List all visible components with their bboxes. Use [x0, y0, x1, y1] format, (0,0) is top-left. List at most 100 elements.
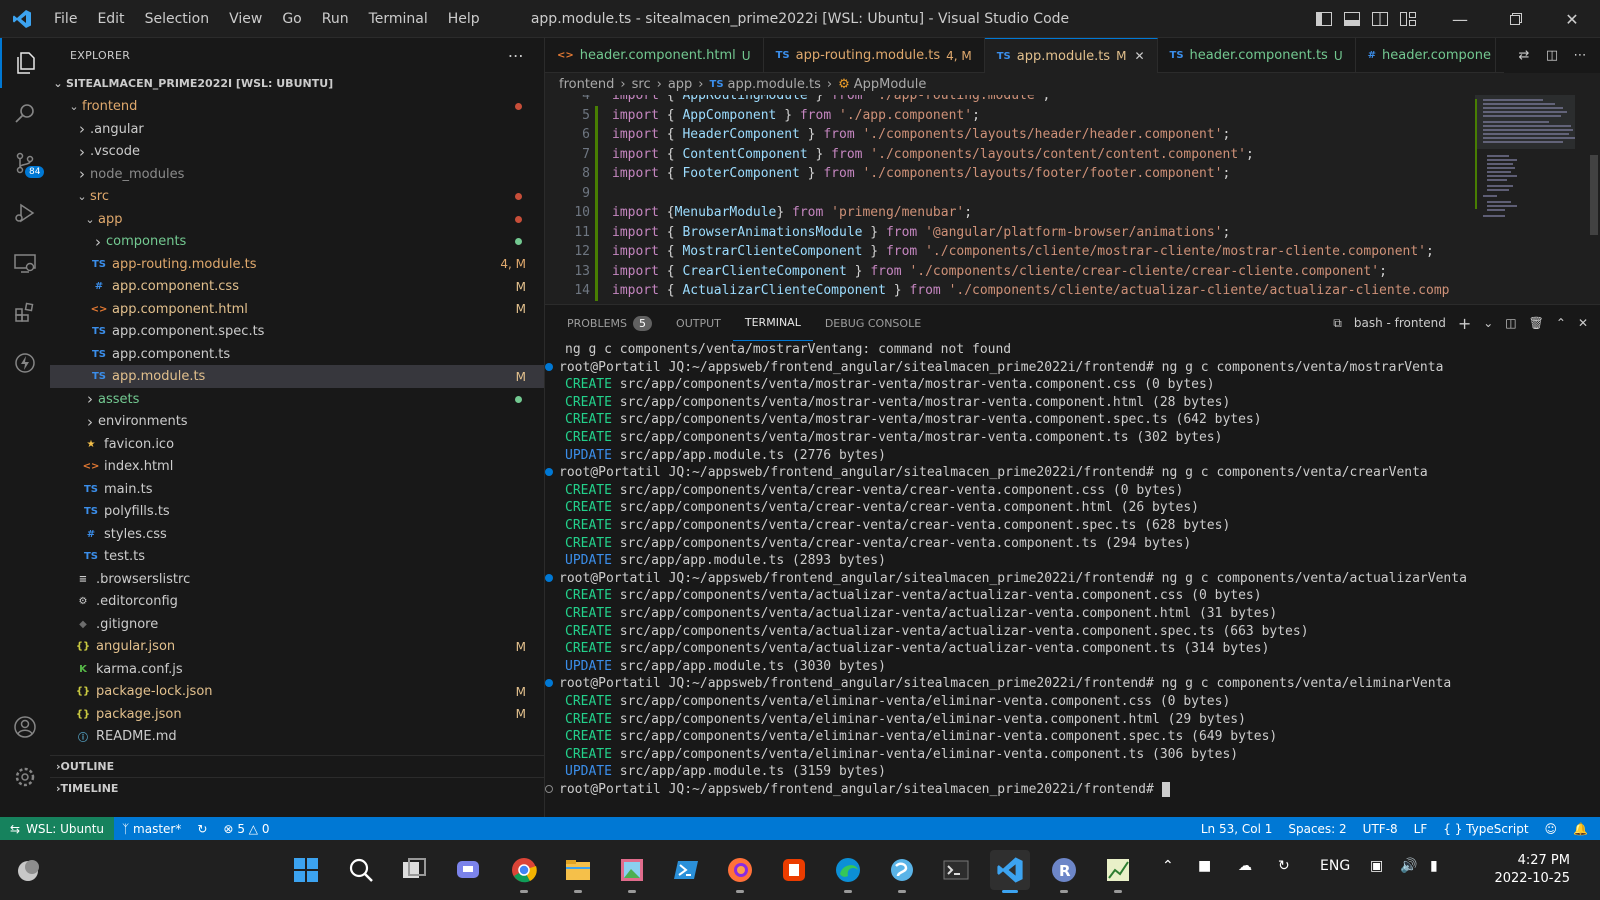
- tree-file[interactable]: {} package-lock.json M: [50, 680, 544, 703]
- show-hidden-icons-icon[interactable]: ⌃: [1162, 858, 1174, 874]
- close-panel-icon[interactable]: ✕: [1578, 316, 1588, 330]
- editor-tab[interactable]: TS app.module.ts M ✕: [984, 38, 1158, 73]
- tree-file[interactable]: <> index.html: [50, 455, 544, 478]
- command-decoration-icon[interactable]: [545, 468, 553, 477]
- display-tray-icon[interactable]: ▣: [1370, 858, 1383, 874]
- tree-file[interactable]: {} angular.json M: [50, 635, 544, 658]
- teams-chat-icon[interactable]: [448, 850, 488, 890]
- command-decoration-icon[interactable]: [545, 679, 553, 688]
- windows-terminal-icon[interactable]: [936, 850, 976, 890]
- firefox-icon[interactable]: [720, 850, 760, 893]
- extensions-icon[interactable]: [0, 288, 50, 338]
- volume-icon[interactable]: 🔊: [1400, 858, 1417, 874]
- tree-folder[interactable]: › .vscode: [50, 140, 544, 163]
- workspace-root[interactable]: ⌄ SITEALMACEN_PRIME2022I [WSL: UBUNTU]: [50, 72, 544, 95]
- task-view-icon[interactable]: [394, 850, 434, 890]
- tab-problems[interactable]: PROBLEMS 5: [555, 305, 664, 341]
- editor-tab[interactable]: TS header.component.ts U: [1158, 38, 1356, 73]
- close-window-button[interactable]: ✕: [1544, 0, 1600, 38]
- network-tray-icon[interactable]: ☁: [1238, 858, 1252, 874]
- tree-file[interactable]: ★ favicon.ico: [50, 433, 544, 456]
- tree-folder[interactable]: ⌄ frontend: [50, 95, 544, 118]
- indentation[interactable]: Spaces: 2: [1280, 822, 1354, 836]
- run-debug-icon[interactable]: [0, 188, 50, 238]
- menu-selection[interactable]: Selection: [135, 0, 220, 38]
- new-terminal-icon[interactable]: +: [1458, 314, 1471, 333]
- tree-file[interactable]: # styles.css: [50, 523, 544, 546]
- encoding[interactable]: UTF-8: [1355, 822, 1406, 836]
- menu-help[interactable]: Help: [438, 0, 490, 38]
- minimap[interactable]: [1475, 95, 1585, 304]
- feedback-icon[interactable]: ☺: [1537, 822, 1566, 836]
- tree-file[interactable]: TS app.component.ts: [50, 343, 544, 366]
- toggle-primary-sidebar-icon[interactable]: [1310, 0, 1338, 38]
- vscode-logo-icon[interactable]: [0, 0, 44, 38]
- customize-layout-icon[interactable]: [1394, 0, 1422, 38]
- language-mode[interactable]: { } TypeScript: [1435, 822, 1536, 836]
- tree-file[interactable]: ≡ .browserslistrc: [50, 568, 544, 591]
- vscode-taskbar-icon[interactable]: [990, 850, 1030, 893]
- tray-app-icon[interactable]: ■: [1198, 858, 1211, 874]
- command-decoration-icon[interactable]: [545, 362, 553, 371]
- menu-run[interactable]: Run: [312, 0, 359, 38]
- tree-file[interactable]: ⚙ .editorconfig: [50, 590, 544, 613]
- end-of-line[interactable]: LF: [1406, 822, 1436, 836]
- tree-folder[interactable]: › components: [50, 230, 544, 253]
- notifications-bell-icon[interactable]: 🔔: [1565, 822, 1596, 836]
- remote-explorer-icon[interactable]: [0, 238, 50, 288]
- search-icon[interactable]: [0, 88, 50, 138]
- start-windows-icon[interactable]: [286, 850, 326, 890]
- breadcrumb-symbol[interactable]: AppModule: [854, 77, 927, 92]
- source-control-icon[interactable]: 84: [0, 138, 50, 188]
- manage-gear-icon[interactable]: [0, 752, 50, 802]
- terminal-selector[interactable]: bash - frontend: [1354, 316, 1446, 330]
- file-explorer-icon[interactable]: [558, 850, 598, 893]
- tree-file[interactable]: TS app-routing.module.ts 4, M: [50, 253, 544, 276]
- breadcrumb-src[interactable]: src: [632, 77, 651, 92]
- chrome-icon[interactable]: [504, 850, 544, 893]
- editor-scrollbar[interactable]: [1588, 95, 1600, 304]
- branch-indicator[interactable]: ᛉ master*: [114, 822, 189, 836]
- command-decoration-icon[interactable]: [545, 785, 553, 793]
- maximize-button[interactable]: [1488, 0, 1544, 38]
- tree-file[interactable]: TS app.component.spec.ts: [50, 320, 544, 343]
- tab-output[interactable]: OUTPUT: [664, 305, 733, 341]
- weather-widget-icon[interactable]: [8, 850, 48, 890]
- tree-folder[interactable]: › environments: [50, 410, 544, 433]
- breadcrumb-file[interactable]: app.module.ts: [728, 77, 821, 92]
- close-tab-icon[interactable]: ✕: [1134, 49, 1144, 63]
- editor-tab[interactable]: TS app-routing.module.ts 4, M: [764, 38, 985, 73]
- menu-file[interactable]: File: [44, 0, 87, 38]
- tree-file[interactable]: # app.component.css M: [50, 275, 544, 298]
- clock[interactable]: 4:27 PM 2022-10-25: [1494, 852, 1570, 888]
- accounts-icon[interactable]: [0, 702, 50, 752]
- toggle-secondary-sidebar-icon[interactable]: [1366, 0, 1394, 38]
- toggle-panel-icon[interactable]: [1338, 0, 1366, 38]
- thunder-client-icon[interactable]: [0, 338, 50, 388]
- tree-file[interactable]: <> app.component.html M: [50, 298, 544, 321]
- tree-folder[interactable]: ⌄ app: [50, 208, 544, 231]
- powershell-icon[interactable]: [666, 850, 706, 890]
- menu-edit[interactable]: Edit: [87, 0, 134, 38]
- more-actions-icon[interactable]: ⋯: [508, 46, 524, 65]
- photos-app-icon[interactable]: [612, 850, 652, 893]
- breadcrumb-app[interactable]: app: [668, 77, 692, 92]
- trash-icon[interactable]: 🗑: [1529, 316, 1544, 330]
- battery-icon[interactable]: ▮: [1430, 858, 1438, 874]
- tree-file[interactable]: TS app.module.ts M: [50, 365, 544, 388]
- outline-section[interactable]: › OUTLINE: [50, 755, 544, 777]
- tree-file[interactable]: Kkarma.conf.js: [50, 658, 544, 681]
- split-terminal-icon[interactable]: ◫: [1505, 316, 1516, 330]
- office-app-icon[interactable]: [774, 850, 814, 890]
- app-icon[interactable]: [882, 850, 922, 893]
- menu-view[interactable]: View: [219, 0, 272, 38]
- tab-debug-console[interactable]: DEBUG CONSOLE: [813, 305, 933, 341]
- code-editor[interactable]: 4 import { AppRoutingModule } from './app…: [545, 95, 1600, 304]
- tree-file[interactable]: TS polyfills.ts: [50, 500, 544, 523]
- tree-folder[interactable]: ⌄ src: [50, 185, 544, 208]
- editor-tab[interactable]: # header.compone: [1356, 38, 1496, 73]
- tree-folder[interactable]: › assets: [50, 388, 544, 411]
- cursor-position[interactable]: Ln 53, Col 1: [1193, 822, 1281, 836]
- maximize-panel-icon[interactable]: ⌃: [1556, 316, 1566, 330]
- tree-folder[interactable]: › .angular: [50, 118, 544, 141]
